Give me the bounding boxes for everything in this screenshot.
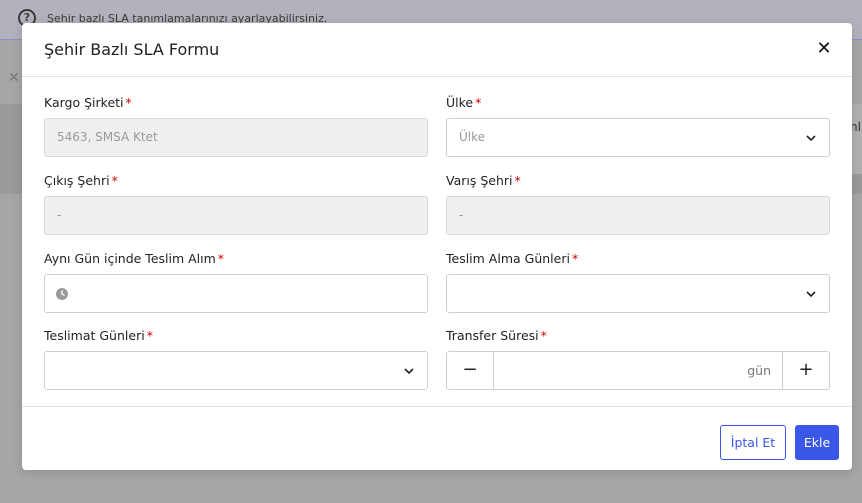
pickup-days-label: Teslim Alma Günleri [446,251,570,266]
destination-city-input: - [446,196,830,235]
country-label: Ülke [446,95,474,110]
delivery-days-label: Teslimat Günleri [44,328,145,343]
cargo-company-field: Kargo Şirketi * 5463, SMSA Ktet [44,95,428,157]
cargo-company-input: 5463, SMSA Ktet [44,118,428,157]
chevron-down-icon [806,291,816,298]
cargo-company-label: Kargo Şirketi [44,95,124,110]
destination-city-label: Varış Şehri [446,173,513,188]
tools-icon: ✕ [8,70,20,86]
required-mark: * [540,328,547,343]
modal-footer: İptal Et Ekle [22,406,852,470]
cancel-button[interactable]: İptal Et [720,425,786,460]
required-mark: * [146,328,153,343]
origin-city-input: - [44,196,428,235]
sla-form-modal: Şehir Bazlı SLA Formu ✕ Kargo Şirketi * 5… [22,23,852,470]
close-icon[interactable]: ✕ [814,39,834,59]
background-right-panel: nl [850,104,862,174]
transfer-time-stepper: − gün + [446,351,830,390]
required-mark: * [514,173,521,188]
add-button[interactable]: Ekle [795,425,839,460]
delivery-days-select[interactable] [44,351,428,390]
pickup-days-select[interactable] [446,274,830,313]
country-placeholder: Ülke [459,130,486,144]
origin-city-field: Çıkış Şehri * - [44,173,428,235]
modal-title: Şehir Bazlı SLA Formu [44,40,220,59]
pickup-days-field: Teslim Alma Günleri * [446,251,830,313]
transfer-time-unit: gün [747,363,771,378]
destination-city-field: Varış Şehri * - [446,173,830,235]
required-mark: * [571,251,579,266]
same-day-pickup-label: Aynı Gün içinde Teslim Alım [44,251,216,266]
transfer-time-field: Transfer Süresi * − gün + [446,328,830,390]
required-mark: * [125,95,132,110]
country-select[interactable]: Ülke [446,118,830,157]
origin-city-label: Çıkış Şehri [44,173,110,188]
chevron-down-icon [806,135,816,142]
decrement-button[interactable]: − [447,352,494,389]
delivery-days-field: Teslimat Günleri * [44,328,428,390]
cargo-company-value: 5463, SMSA Ktet [57,130,158,144]
same-day-pickup-time-input[interactable] [44,274,428,313]
required-mark: * [111,173,118,188]
modal-header: Şehir Bazlı SLA Formu ✕ [22,23,852,77]
transfer-time-label: Transfer Süresi [446,328,539,343]
same-day-pickup-field: Aynı Gün içinde Teslim Alım * [44,251,428,313]
origin-city-value: - [57,208,62,222]
clock-icon [56,288,68,300]
required-mark: * [475,95,482,110]
destination-city-value: - [459,208,464,222]
required-mark: * [217,251,225,266]
country-field: Ülke * Ülke [446,95,830,157]
chevron-down-icon [404,368,414,375]
increment-button[interactable]: + [782,352,829,389]
